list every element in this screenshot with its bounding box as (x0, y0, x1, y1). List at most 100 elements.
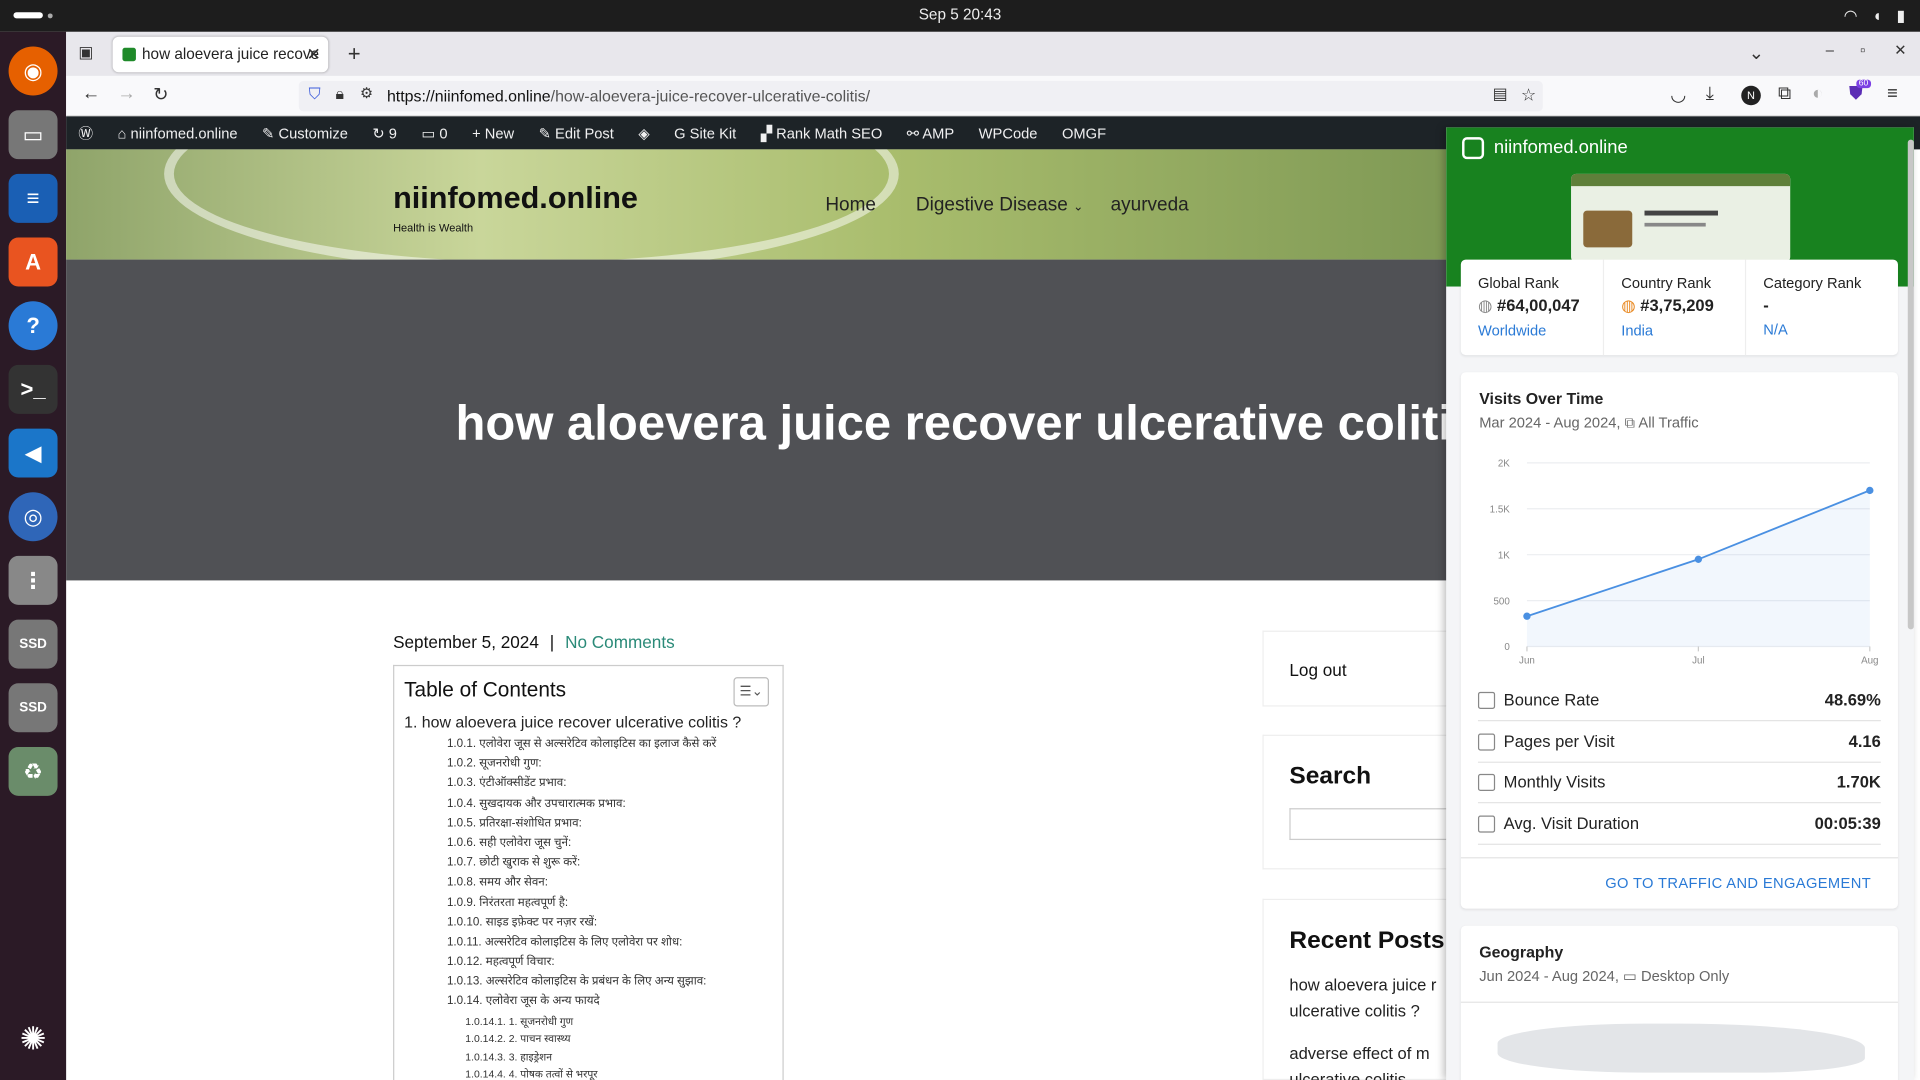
menu-ayurveda[interactable]: ayurveda (1111, 195, 1189, 217)
help-icon[interactable]: ? (8, 301, 58, 351)
toc-subitem[interactable]: 1.0.14.3. 3. हाइड्रेशन (465, 1048, 782, 1066)
wp-omgf-link[interactable]: OMGF (1062, 124, 1106, 141)
wp-rank-math-link[interactable]: ▞ Rank Math SEO (761, 124, 883, 141)
terminal-icon[interactable]: >_ (8, 364, 58, 414)
post-title: how aloevera juice recover ulcerative co… (455, 396, 1480, 451)
disk-utility-icon[interactable]: ⋮ (8, 555, 58, 605)
new-tab-icon[interactable]: + (348, 42, 361, 68)
address-bar[interactable]: ⛉ 🔒︎ ⚙ https://niinfomed.online/how-aloe… (298, 80, 1543, 112)
back-icon[interactable]: ← (82, 83, 100, 104)
panel-scrollbar[interactable] (1907, 139, 1914, 630)
account-avatar[interactable]: N (1741, 85, 1761, 106)
recent-post-link[interactable]: how aloevera juice r ulcerative colitis ? (1289, 972, 1458, 1023)
geography-card: Geography Jun 2024 - Aug 2024, ▭ Desktop… (1460, 925, 1898, 1080)
files-icon[interactable]: ▭ (8, 110, 58, 160)
visits-title: Visits Over Time (1479, 389, 1604, 408)
chromium-icon[interactable]: ◎ (8, 492, 58, 542)
toc-subitem[interactable]: 1.0.14.4. 4. पोषक तत्वों से भरपूर (465, 1065, 782, 1080)
wp-new-link[interactable]: + New (472, 124, 514, 141)
show-apps-icon[interactable]: ✺ (9, 1014, 58, 1063)
toc-item[interactable]: 1.0.12. महत्वपूर्ण विचार: (447, 953, 783, 973)
toc-item[interactable]: 1.0.1. एलोवेरा जूस से अल्सरेटिव कोलाइटिस… (447, 735, 783, 755)
y-tick-label: 2K (1498, 459, 1510, 470)
toc-item[interactable]: 1.0.7. छोटी खुराक से शुरू करें: (447, 854, 783, 874)
lock-icon[interactable]: 🔒︎ (336, 84, 344, 104)
toc-subitem[interactable]: 1.0.14.2. 2. पाचन स्वास्थ्य (465, 1030, 782, 1048)
site-favicon-icon (122, 47, 136, 62)
visits-range: Mar 2024 - Aug 2024, ⧉ All Traffic (1479, 413, 1699, 432)
site-header: niinfomed.online Health is Wealth Home D… (66, 149, 1448, 260)
wordpress-logo-icon[interactable]: Ⓦ (78, 122, 93, 143)
clock[interactable]: Sep 5 20:43 (0, 6, 1920, 23)
extensions-icon[interactable]: ⧉ (1778, 83, 1791, 104)
metric-icon (1477, 773, 1496, 792)
list-tabs-icon[interactable]: ⌄ (1749, 42, 1764, 64)
post-meta: September 5, 2024 | No Comments (393, 632, 675, 652)
metric-label: Monthly Visits (1503, 772, 1606, 792)
close-tab-icon[interactable]: ✕ (306, 44, 320, 65)
reader-view-icon[interactable]: ▤ (1493, 84, 1508, 104)
toc-item[interactable]: 1.0.13. अल्सरेटिव कोलाइटिस के प्रबंधन के… (447, 973, 783, 993)
bookmark-star-icon[interactable]: ☆ (1521, 84, 1536, 105)
wp-comments-link[interactable]: ▭ 0 (421, 124, 447, 141)
comments-link[interactable]: No Comments (565, 632, 675, 652)
forward-icon[interactable]: → (118, 83, 136, 104)
world-map (1497, 1023, 1865, 1073)
toc-item[interactable]: 1.0.6. सही एलोवेरा जूस चुनें: (447, 834, 783, 854)
wp-updates-link[interactable]: ↻ 9 (372, 124, 397, 141)
system-tray[interactable]: ◠ ◖ ▮ (1844, 6, 1906, 26)
writer-icon[interactable]: ≡ (8, 173, 58, 223)
metric-label: Pages per Visit (1503, 731, 1615, 751)
metric-label: Avg. Visit Duration (1503, 813, 1640, 833)
toc-toggle-button[interactable]: ☰⌄ (733, 677, 769, 707)
toc-item[interactable]: 1.0.5. प्रतिरक्षा-संशोधित प्रभाव: (447, 814, 783, 834)
toc-item[interactable]: 1.0.3. एंटीऑक्सीडेंट प्रभाव: (447, 774, 783, 794)
toc-item[interactable]: 1.0.8. समय और सेवन: (447, 873, 783, 893)
recent-post-link[interactable]: adverse effect of m ulcerative colitis (1289, 1041, 1458, 1080)
metric-icon (1477, 732, 1496, 751)
wp-plugin-diamond-icon[interactable]: ◈ (638, 124, 649, 141)
trash-icon[interactable]: ♻ (8, 746, 58, 796)
toc-item[interactable]: 1.0.10. साइड इफ़ेक्ट पर नज़र रखें: (447, 913, 783, 933)
wp-wpcode-link[interactable]: WPCode (979, 124, 1038, 141)
wp-site-link[interactable]: ⌂ niinfomed.online (118, 124, 238, 141)
minimize-icon[interactable]: – (1826, 42, 1834, 59)
app-menu-icon[interactable]: ≡ (1887, 83, 1898, 104)
wp-site-kit-link[interactable]: G Site Kit (674, 124, 736, 141)
reload-icon[interactable]: ↻ (153, 83, 168, 105)
app-center-icon[interactable]: A (8, 237, 58, 287)
toc-item[interactable]: 1.0.11. अल्सरेटिव कोलाइटिस के लिए एलोवेर… (447, 933, 783, 953)
wp-customize-link[interactable]: ✎ Customize (262, 124, 348, 141)
wp-edit-post-link[interactable]: ✎ Edit Post (539, 124, 614, 141)
toc-subitem[interactable]: 1.0.14.1. 1. सूजनरोधी गुण (465, 1012, 782, 1030)
maximize-icon[interactable]: ▫ (1860, 42, 1865, 59)
wp-amp-link[interactable]: ⚯ AMP (907, 124, 954, 141)
extension-moon-icon[interactable]: ◐ (1812, 83, 1823, 104)
ssd-drive-icon[interactable]: SSD (8, 619, 58, 669)
pocket-icon[interactable]: ◡ (1670, 83, 1686, 105)
ssd-drive-icon-2[interactable]: SSD (8, 683, 58, 733)
search-input[interactable] (1289, 808, 1461, 841)
toc-item[interactable]: 1. how aloevera juice recover ulcerative… (404, 713, 782, 731)
toc-item[interactable]: 1.0.14. एलोवेरा जूस के अन्य फायदे (447, 992, 783, 1012)
toc-item[interactable]: 1.0.2. सूजनरोधी गुण: (447, 755, 783, 775)
toc-item[interactable]: 1.0.9. निरंतरता महत्वपूर्ण है: (447, 893, 783, 913)
site-title[interactable]: niinfomed.online (393, 181, 638, 217)
downloads-icon[interactable]: ⤓ (1706, 83, 1714, 104)
metric-label: Bounce Rate (1503, 690, 1600, 709)
menu-digestive-disease[interactable]: Digestive Disease ⌄ (916, 195, 1083, 217)
menu-home[interactable]: Home (825, 195, 876, 217)
permissions-icon[interactable]: ⚙ (360, 84, 373, 101)
data-point (1694, 555, 1703, 563)
active-tab[interactable]: how aloevera juice recove ✕ (112, 36, 329, 73)
metric-value: 00:05:39 (1814, 813, 1881, 833)
toc-item[interactable]: 1.0.4. सुखदायक और उपचारात्मक प्रभाव: (447, 794, 783, 814)
firefox-icon[interactable]: ◉ (8, 46, 58, 96)
close-window-icon[interactable]: ✕ (1894, 42, 1906, 59)
traffic-engagement-link[interactable]: GO TO TRAFFIC AND ENGAGEMENT (1605, 874, 1871, 891)
logout-link[interactable]: Log out (1289, 660, 1458, 680)
tracking-shield-icon[interactable]: ⛉ (309, 84, 321, 104)
vscode-icon[interactable]: ◀ (8, 428, 58, 478)
metric-value: 4.16 (1848, 731, 1881, 751)
tab-overview-icon[interactable]: ▣ (78, 43, 93, 63)
